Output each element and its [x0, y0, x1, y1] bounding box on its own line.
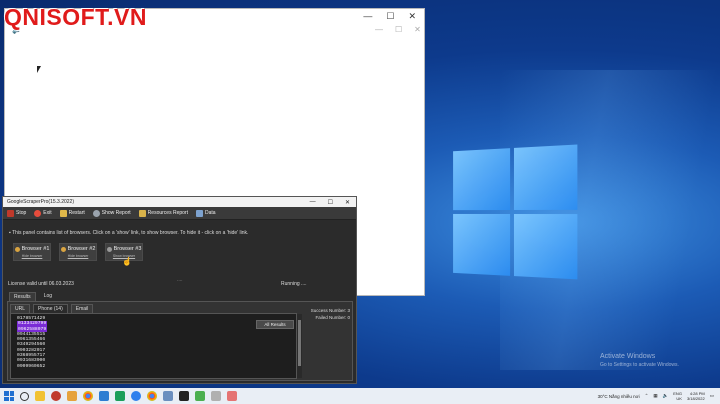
app-titlebar: GoogleScraperPro(15.3.2022) — ☐ ✕	[3, 197, 356, 207]
browser-card[interactable]: Browser #2 Hide browser	[59, 243, 97, 261]
all-results-button[interactable]: All Results	[256, 320, 294, 329]
hand-cursor-icon: ☝	[122, 257, 132, 266]
app-icon[interactable]	[99, 391, 109, 401]
windows-logo	[453, 144, 579, 281]
data-button[interactable]: Data	[195, 209, 216, 217]
inner-window-controls: — ☐ ✕	[375, 25, 421, 34]
maximize-button[interactable]: ☐	[386, 11, 394, 22]
list-scrollbar[interactable]	[297, 314, 302, 378]
mouse-cursor-icon	[37, 66, 41, 73]
app-icon[interactable]	[227, 391, 237, 401]
license-text: License valid until 06.03.2023	[8, 281, 74, 287]
app-minimize-button[interactable]: —	[310, 199, 316, 206]
notification-icon[interactable]: ▭	[710, 393, 714, 399]
browser-card[interactable]: Browser #1 Hide browser	[13, 243, 51, 261]
chrome-icon[interactable]	[83, 391, 93, 401]
stop-icon	[7, 209, 14, 217]
browser-icon	[60, 246, 66, 252]
app-icon[interactable]	[163, 391, 173, 401]
search-icon[interactable]	[20, 391, 29, 401]
volume-icon[interactable]: 🔈	[663, 393, 669, 399]
app-icon[interactable]	[51, 391, 61, 401]
exit-icon	[34, 209, 42, 217]
restart-icon	[59, 209, 67, 217]
phone-list[interactable]: 0178571429 0133429799 0962588079 0944135…	[10, 313, 297, 379]
app-icon[interactable]	[115, 391, 125, 401]
scraper-app-window[interactable]: GoogleScraperPro(15.3.2022) — ☐ ✕ Stop E…	[2, 196, 357, 384]
resources-report-button[interactable]: Resources Report	[138, 209, 188, 217]
browser-icon	[14, 246, 20, 252]
network-icon[interactable]: ▦	[653, 393, 657, 399]
app-maximize-button[interactable]: ☐	[328, 199, 333, 206]
stats-box: Success Number: 3 Failed Number: 0	[310, 308, 350, 320]
browser-icon	[106, 246, 112, 252]
clock[interactable]: 4:28 PM 3/18/2022	[687, 391, 705, 401]
app-icon[interactable]	[67, 391, 77, 401]
report-icon	[92, 209, 100, 217]
info-text: ▪ This panel contains list of browsers. …	[9, 230, 249, 236]
app-title: GoogleScraperPro(15.3.2022)	[7, 199, 74, 205]
tray-chevron-icon[interactable]: ⌃	[645, 393, 649, 399]
show-report-button[interactable]: Show Report	[92, 209, 131, 217]
exit-button[interactable]: Exit	[34, 209, 52, 217]
results-panel: URL Phone (14) Email 0178571429 01334297…	[7, 301, 353, 381]
taskbar: 30°C Nắng nhiều nơi ⌃ ▦ 🔈 ENG UK 4:28 PM 3…	[0, 388, 720, 404]
minimize-button[interactable]: —	[363, 11, 372, 21]
resources-icon	[138, 209, 146, 217]
app-icon[interactable]	[179, 391, 189, 401]
app-toolbar: Stop Exit Restart Show Report Resources …	[3, 207, 356, 220]
list-item[interactable]: 0909960652	[17, 364, 290, 369]
file-explorer-icon[interactable]	[35, 391, 45, 401]
brand-watermark: QNISOFT.VN	[4, 4, 148, 30]
inner-minimize-button[interactable]: —	[375, 25, 383, 34]
success-count: 3	[347, 308, 350, 313]
hide-browser-link[interactable]: Hide browser	[68, 254, 89, 258]
data-icon	[195, 209, 203, 217]
app-close-button[interactable]: ✕	[345, 199, 350, 206]
restart-button[interactable]: Restart	[59, 209, 85, 217]
weather-widget[interactable]: 30°C Nắng nhiều nơi	[598, 394, 640, 399]
app-icon[interactable]	[131, 391, 141, 401]
language-indicator[interactable]: ENG UK	[673, 391, 682, 401]
inner-maximize-button[interactable]: ☐	[395, 25, 402, 34]
app-icon[interactable]	[195, 391, 205, 401]
start-button[interactable]	[4, 391, 14, 401]
system-tray: 30°C Nắng nhiều nơi ⌃ ▦ 🔈 ENG UK 4:28 PM 3…	[598, 391, 720, 401]
splitter-dots[interactable]: ....	[177, 277, 183, 283]
inner-close-button[interactable]: ✕	[414, 25, 421, 34]
failed-count: 0	[347, 314, 350, 320]
close-button[interactable]: ✕	[408, 11, 416, 22]
scrollbar-thumb[interactable]	[298, 320, 301, 366]
hide-browser-link[interactable]: Hide browser	[22, 254, 43, 258]
app-icon[interactable]	[211, 391, 221, 401]
activate-windows-watermark: Activate Windows Go to Settings to activ…	[600, 353, 679, 368]
chrome-icon[interactable]	[147, 391, 157, 401]
stop-button[interactable]: Stop	[7, 209, 26, 217]
running-status: Running ....	[281, 281, 307, 287]
